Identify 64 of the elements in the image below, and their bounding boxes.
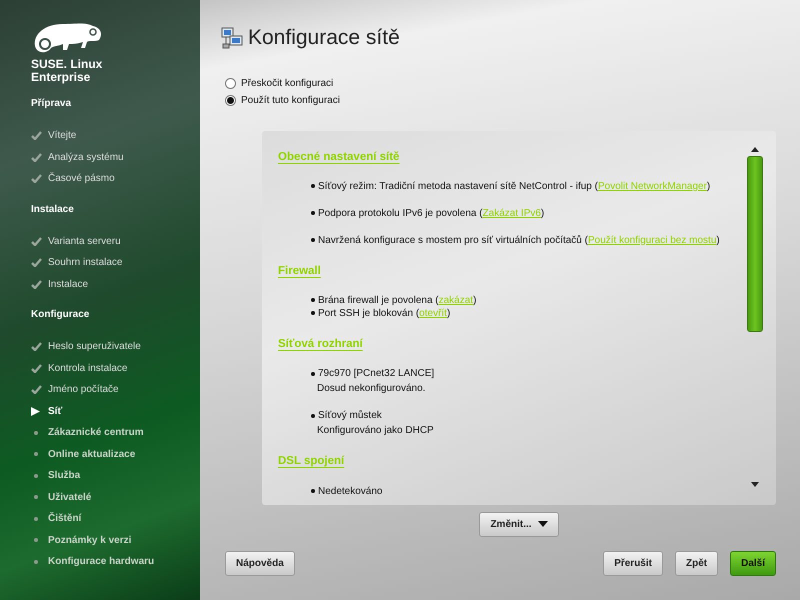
- sidebar-step: Uživatelé: [48, 490, 92, 505]
- sidebar-step: Časové pásmo: [48, 171, 115, 186]
- section-heading-link[interactable]: Síťová rozhraní: [278, 336, 363, 354]
- sidebar-step: Poznámky k verzi: [48, 532, 132, 548]
- wizard-button[interactable]: Zpět: [674, 550, 718, 576]
- sidebar-step: Síť: [48, 404, 62, 419]
- sidebar-step: Vítejte: [48, 128, 76, 144]
- sidebar-step: Čištění: [48, 511, 82, 526]
- bullet-text: Podpora protokolu IPv6 je povolena (Zakázat IPv6): [318, 208, 544, 219]
- bullet-icon: [311, 414, 315, 418]
- sidebar-step: Služba: [48, 468, 80, 484]
- bullet-icon: [311, 298, 315, 302]
- bullet-icon: [311, 372, 315, 376]
- scrollbar-thumb[interactable]: [747, 156, 763, 332]
- network-icon: [221, 26, 243, 49]
- caret-icon: [538, 521, 548, 527]
- bullet-icon: [311, 488, 315, 493]
- change-dropdown-button[interactable]: Změnit...: [479, 512, 559, 536]
- bullet-icon: [311, 184, 315, 188]
- section-heading-link[interactable]: Firewall: [278, 262, 321, 280]
- sidebar-section-title: Konfigurace: [31, 308, 90, 322]
- sidebar-step: Zákaznické centrum: [48, 425, 144, 440]
- brand-name: SUSE. Linux: [31, 58, 104, 71]
- bullet-text: Nedetekováno: [318, 486, 382, 496]
- scroll-up-icon[interactable]: [751, 146, 759, 152]
- sidebar-step: Souhrn instalace: [48, 255, 122, 270]
- bullet-text: Síťový můstek: [318, 410, 382, 422]
- sidebar-section-title: Příprava: [31, 97, 72, 111]
- wizard-button[interactable]: Nápověda: [225, 550, 295, 576]
- bullet-detail: Konfigurováno jako DHCP: [316, 424, 435, 438]
- brand-name: Enterprise: [31, 71, 92, 84]
- bullet-detail: Dosud nekonfigurováno.: [316, 382, 426, 396]
- sidebar-step: Analýza systému: [48, 150, 124, 165]
- text-link[interactable]: Povolit NetworkManager: [598, 180, 707, 192]
- sidebar-step: Konfigurace hardwaru: [48, 554, 154, 570]
- text-link[interactable]: Zakázat IPv6: [482, 208, 541, 219]
- section-heading-link[interactable]: Obecné nastavení sítě: [278, 148, 400, 166]
- sidebar-step: Kontrola instalace: [48, 360, 128, 376]
- sidebar-step: Online aktualizace: [48, 446, 136, 462]
- text-link[interactable]: otevřít: [419, 308, 447, 319]
- page-title: Konfigurace sítě: [248, 25, 400, 51]
- bullet-text: 79c970 [PCnet32 LANCE]: [318, 368, 434, 380]
- bullet-text: Brána firewall je povolena (zakázat): [318, 295, 476, 306]
- sidebar-step: Jméno počítače: [48, 382, 119, 398]
- radio-button[interactable]: [225, 78, 236, 88]
- sidebar-step: Varianta serveru: [48, 234, 121, 249]
- bullet-icon: [311, 211, 315, 216]
- radio-label[interactable]: Přeskočit konfiguraci: [241, 76, 334, 90]
- sidebar-section-title: Instalace: [31, 202, 75, 216]
- text-link[interactable]: zakázat: [438, 295, 474, 306]
- wizard-button[interactable]: Přerušit: [603, 550, 663, 576]
- text-link[interactable]: Použít konfiguraci bez mostu: [588, 234, 716, 246]
- bullet-icon: [311, 311, 315, 316]
- sidebar-step: Instalace: [48, 276, 88, 292]
- bullet-text: Síťový režim: Tradiční metoda nastavení sítě NetControl - ifup (Povolit NetworkManager): [318, 180, 710, 192]
- bullet-text: Navržená konfigurace s mostem pro síť virtuálních počítačů (Použít konfiguraci bez mostu): [318, 234, 720, 246]
- radio-label[interactable]: Použít tuto konfiguraci: [241, 92, 340, 108]
- bullet-text: Port SSH je blokován (otevřít): [318, 308, 450, 319]
- sidebar-step: Heslo superuživatele: [48, 339, 141, 354]
- radio-button[interactable]: [225, 94, 236, 106]
- section-heading-link[interactable]: DSL spojení: [278, 453, 344, 470]
- wizard-button[interactable]: Další: [730, 550, 776, 576]
- bullet-icon: [311, 238, 315, 242]
- scroll-down-icon[interactable]: [751, 482, 759, 486]
